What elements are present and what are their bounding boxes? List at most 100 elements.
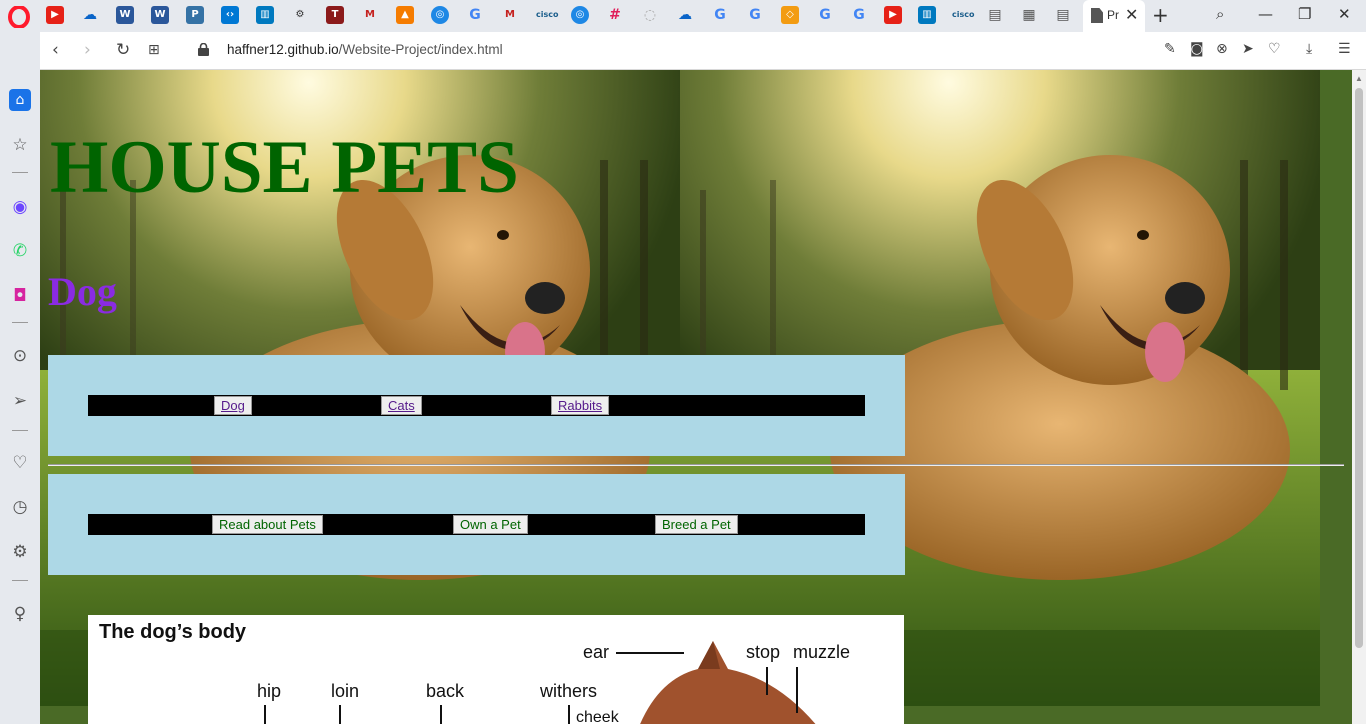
nav-link-cats[interactable]: Cats bbox=[381, 396, 422, 415]
google-tab-icon[interactable]: G bbox=[466, 6, 484, 24]
bookmarks-icon[interactable]: ☆ bbox=[9, 134, 31, 156]
active-tab[interactable]: Pr ✕ bbox=[1083, 0, 1145, 32]
document-icon bbox=[1091, 8, 1103, 23]
scroll-up-arrow-icon[interactable]: ▲ bbox=[1355, 74, 1363, 83]
anatomy-label-cheek: cheek bbox=[576, 709, 619, 724]
lock-icon[interactable] bbox=[198, 43, 209, 56]
read-about-pets-button[interactable]: Read about Pets bbox=[212, 515, 323, 534]
url-host: haffner12.github.io bbox=[227, 42, 339, 57]
url-path: /Website-Project/index.html bbox=[338, 42, 503, 57]
gmail-tab-icon[interactable]: M bbox=[361, 6, 379, 24]
edit-icon[interactable]: ✎ bbox=[1164, 41, 1176, 57]
vscode-tab-icon[interactable]: ‹› bbox=[221, 6, 239, 24]
url-field[interactable]: haffner12.github.io/Website-Project/inde… bbox=[227, 42, 503, 57]
instagram-icon[interactable]: ◘ bbox=[9, 285, 31, 307]
gmail-tab-icon-2[interactable]: M bbox=[501, 6, 519, 24]
adblock-icon[interactable]: ⊗ bbox=[1216, 41, 1228, 57]
anatomy-label-stop: stop bbox=[746, 642, 781, 662]
app-tab-icon[interactable]: ▲ bbox=[396, 6, 414, 24]
favorites-icon[interactable]: ♡ bbox=[9, 452, 31, 474]
settings-icon[interactable]: ☰ bbox=[1338, 41, 1351, 57]
minimize-button[interactable]: — bbox=[1258, 5, 1273, 23]
back-button[interactable]: ‹ bbox=[52, 40, 59, 60]
word-tab-icon-2[interactable]: W bbox=[151, 6, 169, 24]
google-tab-icon-2[interactable]: G bbox=[711, 6, 729, 24]
generic-tab-icon[interactable]: ⚙ bbox=[291, 6, 309, 24]
nav-link-rabbits[interactable]: Rabbits bbox=[551, 396, 610, 415]
anatomy-leader-line bbox=[339, 705, 341, 724]
book-tab-icon[interactable]: T bbox=[326, 6, 344, 24]
tab-bar: ▶ ☁ W W P ‹› ▥ ⚙ T M ▲ ◎ G M cisco ◎ # ◌… bbox=[0, 0, 1366, 32]
compass-tab-icon-2[interactable]: ◎ bbox=[571, 6, 589, 24]
restore-button[interactable]: ❐ bbox=[1298, 5, 1311, 23]
horizontal-rule bbox=[48, 464, 1344, 466]
heart-icon[interactable]: ♡ bbox=[1268, 41, 1281, 57]
onedrive-tab-icon[interactable]: ☁ bbox=[81, 6, 99, 24]
sidebar-divider bbox=[12, 430, 28, 431]
close-window-button[interactable]: ✕ bbox=[1338, 5, 1351, 23]
sidebar-divider bbox=[12, 172, 28, 173]
close-tab-icon[interactable]: ✕ bbox=[1125, 5, 1138, 24]
player-icon[interactable]: ⊙ bbox=[9, 345, 31, 367]
page-subtitle: Dog bbox=[48, 269, 117, 314]
cisco-tab-icon-2[interactable]: cisco bbox=[952, 6, 974, 24]
camera-icon[interactable]: ◙ bbox=[1190, 41, 1204, 57]
nav-link-dog[interactable]: Dog bbox=[214, 396, 252, 415]
anatomy-leader-line bbox=[264, 705, 266, 724]
slack-tab-icon[interactable]: # bbox=[606, 6, 624, 24]
breed-a-pet-button[interactable]: Breed a Pet bbox=[655, 515, 738, 534]
cisco-tab-icon[interactable]: cisco bbox=[536, 6, 558, 24]
anatomy-label-withers: withers bbox=[540, 681, 598, 701]
tips-lightbulb-icon[interactable]: ♀ bbox=[9, 603, 31, 625]
speed-dial-icon[interactable]: ⊞ bbox=[148, 42, 160, 58]
history-icon[interactable]: ◷ bbox=[9, 496, 31, 518]
google-tab-icon-3[interactable]: G bbox=[746, 6, 764, 24]
anatomy-label-back: back bbox=[426, 681, 465, 701]
flow-icon[interactable]: ➢ bbox=[9, 390, 31, 412]
anatomy-label-ear: ear bbox=[583, 642, 610, 662]
python-tab-icon[interactable]: P bbox=[186, 6, 204, 24]
document-tab-icon[interactable]: ▤ bbox=[986, 6, 1004, 24]
pet-nav-box: Dog Cats Rabbits bbox=[48, 355, 905, 456]
send-icon[interactable]: ➤ bbox=[1242, 41, 1254, 57]
download-icon[interactable]: ⤓ bbox=[1306, 41, 1312, 57]
anatomy-leader-line bbox=[766, 667, 768, 695]
compass-tab-icon[interactable]: ◎ bbox=[431, 6, 449, 24]
opera-logo-icon[interactable] bbox=[8, 6, 30, 28]
whatsapp-icon[interactable]: ✆ bbox=[9, 240, 31, 262]
grid-tab-icon[interactable]: ▦ bbox=[1020, 6, 1038, 24]
page-title: HOUSE PETS bbox=[50, 126, 519, 209]
word-tab-icon[interactable]: W bbox=[116, 6, 134, 24]
youtube-tab-icon-2[interactable]: ▶ bbox=[884, 6, 902, 24]
page-scrollbar[interactable]: ▲ bbox=[1352, 70, 1366, 724]
anatomy-leader-line bbox=[568, 705, 570, 724]
search-tabs-icon[interactable]: ⌕ bbox=[1216, 5, 1224, 23]
youtube-tab-icon[interactable]: ▶ bbox=[46, 6, 64, 24]
trello-tab-icon-2[interactable]: ▥ bbox=[918, 6, 936, 24]
action-nav-box: Read about Pets Own a Pet Breed a Pet bbox=[48, 474, 905, 575]
anatomy-label-muzzle: muzzle bbox=[793, 642, 851, 662]
messenger-icon[interactable]: ◉ bbox=[9, 196, 31, 218]
reload-button[interactable]: ↻ bbox=[116, 40, 130, 60]
forward-button[interactable]: › bbox=[84, 40, 91, 60]
google-tab-icon-5[interactable]: G bbox=[850, 6, 868, 24]
scrollbar-thumb[interactable] bbox=[1355, 88, 1363, 648]
new-tab-button[interactable]: + bbox=[1152, 3, 1169, 27]
settings-gear-icon[interactable]: ⚙ bbox=[9, 541, 31, 563]
sidebar-divider bbox=[12, 322, 28, 323]
code-tab-icon[interactable]: ◇ bbox=[781, 6, 799, 24]
own-a-pet-button[interactable]: Own a Pet bbox=[453, 515, 528, 534]
home-icon[interactable]: ⌂ bbox=[9, 89, 31, 111]
address-bar: ‹ › ↻ ⊞ haffner12.github.io/Website-Proj… bbox=[40, 32, 1366, 70]
sidebar-divider bbox=[12, 580, 28, 581]
loading-tab-icon[interactable]: ◌ bbox=[641, 6, 659, 24]
google-tab-icon-4[interactable]: G bbox=[816, 6, 834, 24]
web-page: HOUSE PETS Dog Dog Cats Rabbits Read abo… bbox=[40, 70, 1352, 724]
pet-nav-bar: Dog Cats Rabbits bbox=[88, 395, 865, 416]
onedrive-tab-icon-2[interactable]: ☁ bbox=[676, 6, 694, 24]
anatomy-title: The dog’s body bbox=[99, 621, 247, 643]
trello-tab-icon[interactable]: ▥ bbox=[256, 6, 274, 24]
anatomy-label-hip: hip bbox=[257, 681, 282, 701]
anatomy-label-loin: loin bbox=[331, 681, 360, 701]
document-tab-icon-2[interactable]: ▤ bbox=[1054, 6, 1072, 24]
